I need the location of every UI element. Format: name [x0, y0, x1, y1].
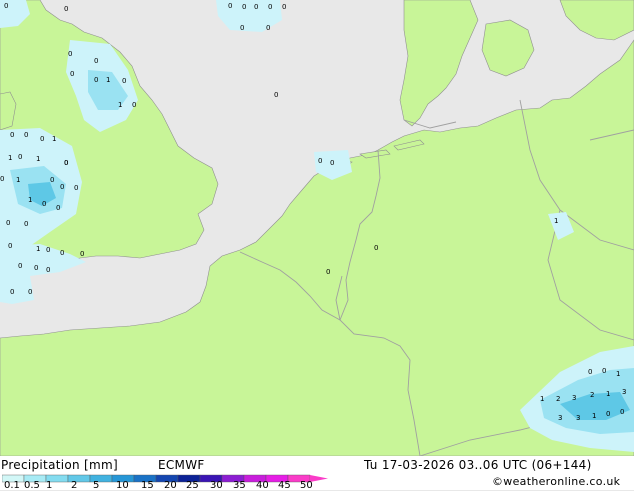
precip-value-label: 0	[94, 57, 98, 65]
precip-value-label: 1	[28, 196, 32, 204]
precip-value-label: 1	[8, 154, 12, 162]
precip-value-label: 3	[558, 414, 562, 422]
precip-value-label: 0	[606, 410, 610, 418]
precip-value-label: 1	[118, 101, 122, 109]
colorbar-tick-label: 1	[46, 480, 53, 491]
precip-value-label: 1	[52, 135, 56, 143]
precip-value-label: 0	[40, 135, 44, 143]
precip-value-label: 1	[106, 76, 110, 84]
precip-value-label: 0	[242, 3, 246, 11]
precip-value-label: 0	[46, 246, 50, 254]
precip-value-label: 0	[620, 408, 624, 416]
precip-value-label: 0	[56, 204, 60, 212]
precip-value-label: 1	[16, 176, 20, 184]
precip-value-label: 1	[36, 245, 40, 253]
colorbar-tick-label: 5	[93, 480, 100, 491]
colorbar-tick-label: 50	[300, 480, 313, 491]
precip-value-label: 0	[42, 200, 46, 208]
precip-value-label: 0	[588, 368, 592, 376]
precip-value-label: 0	[94, 76, 98, 84]
precip-value-label: 1	[540, 395, 544, 403]
precip-value-label: 3	[572, 394, 576, 402]
precip-value-label: 0	[34, 264, 38, 272]
precip-value-label: 0	[8, 242, 12, 250]
precip-value-label: 0	[46, 266, 50, 274]
precip-value-label: 0	[318, 157, 322, 165]
colorbar-tick-label: 45	[278, 480, 291, 491]
precip-value-label: 0	[4, 2, 8, 10]
precip-value-label: 0	[24, 131, 28, 139]
colorbar-tick-label: 0.1	[4, 480, 20, 491]
precip-value-label: 0	[28, 288, 32, 296]
precip-value-label: 0	[282, 3, 286, 11]
precip-value-label: 1	[592, 412, 596, 420]
precip-value-label: 3	[576, 414, 580, 422]
precip-value-label: 0	[274, 91, 278, 99]
footer-copyright: ©weatheronline.co.uk	[492, 475, 621, 488]
colorbar-tick-label: 20	[164, 480, 177, 491]
precip-value-label: 0	[50, 176, 54, 184]
precip-value-label: 2	[556, 395, 560, 403]
colorbar-tick-label: 40	[256, 480, 269, 491]
precip-value-label: 1	[606, 390, 610, 398]
precip-value-label: 1	[554, 217, 558, 225]
precip-value-label: 0	[122, 77, 126, 85]
colorbar-tick-label: 25	[186, 480, 199, 491]
precip-value-label: 0	[228, 2, 232, 10]
colorbar-tick-label: 2	[71, 480, 78, 491]
precip-value-label: 0	[60, 183, 64, 191]
footer-valid-time: Tu 17-03-2026 03..06 UTC (06+144)	[364, 458, 592, 472]
precip-value-label: 0	[6, 219, 10, 227]
precip-value-label: 0	[64, 159, 68, 167]
footer-model: ECMWF	[158, 458, 205, 472]
precip-value-label: 0	[68, 50, 72, 58]
precip-value-label: 0	[602, 367, 606, 375]
precipitation-map: 0 0 0 0 0 0 00 000110 00000 0 0 100 100010 11 0 000 01 0 0…	[0, 0, 634, 456]
colorbar-tick-label: 15	[141, 480, 154, 491]
precip-value-label: 0	[254, 3, 258, 11]
precip-value-label: 0	[18, 153, 22, 161]
precip-value-label: 0	[74, 184, 78, 192]
colorbar-tick-label: 0.5	[24, 480, 40, 491]
precip-value-label: 0	[326, 268, 330, 276]
precip-value-label: 3	[622, 388, 626, 396]
colorbar-tick-label: 10	[116, 480, 129, 491]
colorbar-tick-label: 35	[233, 480, 246, 491]
precip-value-label: 2	[590, 391, 594, 399]
colorbar-tick-label: 30	[210, 480, 223, 491]
precip-value-label: 0	[24, 220, 28, 228]
precip-value-label: 1	[36, 155, 40, 163]
precip-value-label: 0	[132, 101, 136, 109]
precip-value-label: 0	[374, 244, 378, 252]
precip-value-label: 0	[240, 24, 244, 32]
precip-value-label: 0	[0, 175, 4, 183]
precip-value-label: 0	[18, 262, 22, 270]
precip-value-label: 0	[330, 159, 334, 167]
precip-value-label: 0	[70, 70, 74, 78]
precip-value-label: 0	[268, 3, 272, 11]
precip-value-label: 0	[266, 24, 270, 32]
precip-value-label: 0	[60, 249, 64, 257]
precip-value-label: 0	[10, 131, 14, 139]
precip-value-label: 0	[80, 250, 84, 258]
precip-value-label: 0	[64, 5, 68, 13]
precip-value-label: 1	[616, 370, 620, 378]
precip-value-label: 0	[10, 288, 14, 296]
footer-title: Precipitation [mm]	[1, 458, 118, 472]
